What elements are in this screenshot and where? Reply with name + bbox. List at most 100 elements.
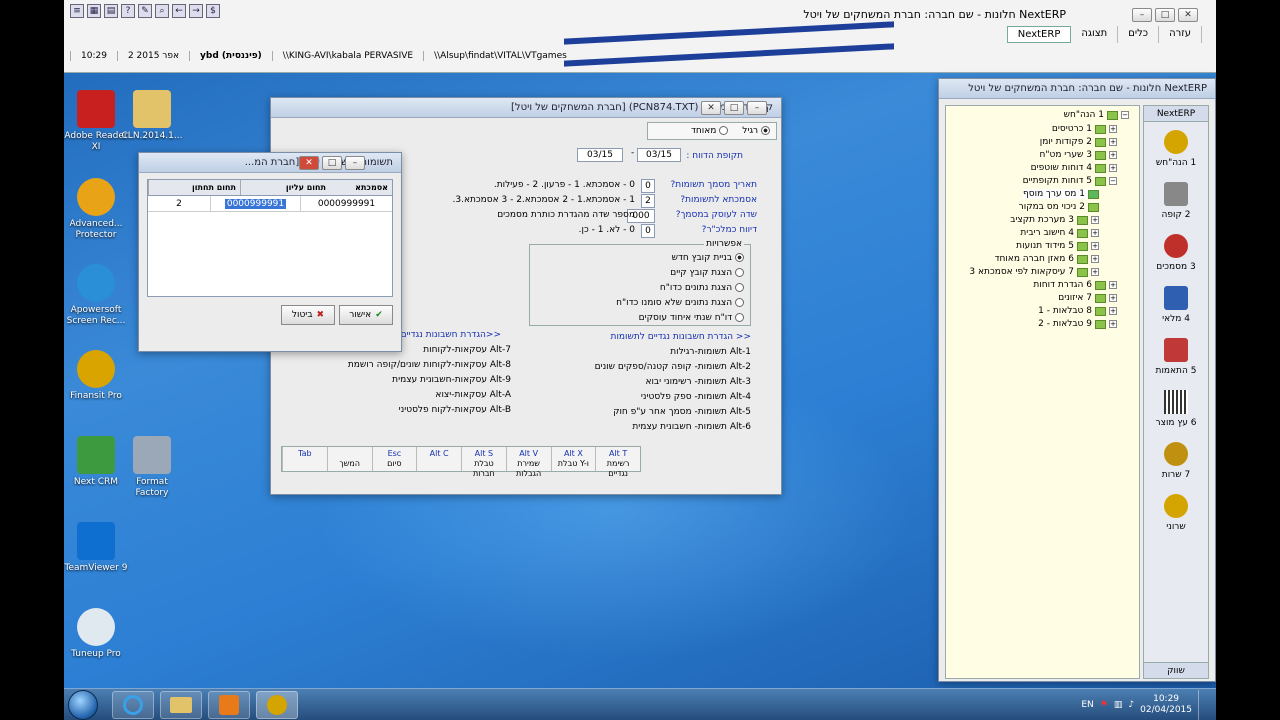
tree-node[interactable]: +6 מאזן חברה מאוחד [995, 254, 1099, 264]
taskbar-explorer[interactable] [160, 691, 202, 719]
maximize-icon[interactable]: □ [1155, 8, 1175, 22]
grid-icon[interactable]: ▦ [87, 4, 101, 18]
maximize-icon[interactable]: □ [322, 156, 342, 170]
menu-help[interactable]: עזרה [1159, 26, 1202, 43]
tree-node[interactable]: +7 איזונים [1058, 293, 1117, 303]
alt-a-item[interactable]: Alt-A עסקאות-יצוא [435, 390, 511, 400]
tree-node[interactable]: +3 שערי מט"ח [1039, 150, 1117, 160]
option-build-new[interactable]: בניית קובץ חדש [672, 253, 744, 263]
fkey-tab[interactable]: Tab [282, 447, 327, 471]
row-reference-input[interactable]: 2 [641, 194, 655, 208]
close-icon[interactable]: ✕ [701, 101, 721, 115]
tools-icon[interactable]: ✎ [138, 4, 152, 18]
taskbar-media-player[interactable] [208, 691, 250, 719]
desktop-icon-format-factory[interactable]: Format Factory [120, 436, 184, 499]
tree-node[interactable]: +2 פקודות יומן [1040, 137, 1117, 147]
tree-node[interactable]: +1 כרטיסים [1052, 124, 1117, 134]
tree-node[interactable]: +3 מערכת תקציב [1010, 215, 1099, 225]
alt-9-item[interactable]: Alt-9 עסקאות-חשבונית עצמית [392, 375, 511, 385]
desktop-icon-advanced-protector[interactable]: Advanced... Protector [64, 178, 128, 241]
module-service[interactable]: 7 שרות [1144, 442, 1208, 480]
module-documents[interactable]: 3 מסמכים [1144, 234, 1208, 272]
option-show-existing[interactable]: הצגת קובץ קיים [670, 268, 744, 278]
alt-1-item[interactable]: Alt-1 תשומות-רגילות [670, 347, 751, 357]
fkey-continue[interactable]: המשך [326, 447, 372, 471]
desktop-icon-apowersoft[interactable]: Apowersoft Screen Rec... [64, 264, 128, 327]
menu-view[interactable]: תצוגה [1071, 26, 1119, 43]
radio-regular[interactable]: רגיל [742, 126, 770, 136]
ok-button[interactable]: אישור ✔ [339, 305, 393, 325]
fkey-alt-t[interactable]: Alt T רשימת נגדיים [595, 447, 640, 478]
desktop-icon-cln-folder[interactable]: CLN.2014.1... [120, 90, 184, 142]
cell-lower-range[interactable]: 0000999991 [300, 196, 392, 211]
back-arrow-icon[interactable]: ← [172, 4, 186, 18]
taskbar-nexterp[interactable] [256, 691, 298, 719]
module-inventory[interactable]: 4 מלאי [1144, 286, 1208, 324]
tree-node[interactable]: +7 עיסקאות לפי אסמכתא 3 [969, 267, 1099, 277]
volume-icon[interactable]: ♪ [1128, 700, 1134, 710]
radio-combined[interactable]: מאוחד [691, 126, 729, 136]
alt-3-item[interactable]: Alt-3 תשומות- רשימוני יבוא [645, 377, 751, 387]
show-desktop-button[interactable] [1198, 690, 1208, 720]
table-row[interactable]: 0000999991 0000999991 2 [148, 196, 392, 212]
period-to-input[interactable]: 03/15 [637, 148, 681, 162]
tree-node[interactable]: 2 ניכוי מס במקור [1019, 202, 1099, 212]
module-nav-tab[interactable]: NextERP [1144, 106, 1208, 122]
option-show-report[interactable]: הצגת נתונים כדו"ח [660, 283, 744, 293]
cell-reference[interactable]: 2 [148, 196, 210, 211]
alt-2-item[interactable]: Alt-2 תשומות- קופה קטנה/ספקים שונים [595, 362, 751, 372]
menu-tools[interactable]: כלים [1118, 26, 1160, 43]
forward-arrow-icon[interactable]: → [189, 4, 203, 18]
alt-8-item[interactable]: Alt-8 עסקאות-לקוחות שונים/קופה רושמת [348, 360, 511, 370]
period-from-input[interactable]: 03/15 [577, 148, 623, 162]
fkey-alt-v[interactable]: Alt V שמירת הגבלות [505, 447, 551, 478]
row-doc-date-input[interactable]: 0 [641, 179, 655, 193]
tree-node-selected[interactable]: 1 מס ערך מוסף [1023, 189, 1099, 199]
close-icon[interactable]: ✕ [299, 156, 319, 170]
tree-node[interactable]: +4 חישוב ריבית [1020, 228, 1099, 238]
module-product-tree[interactable]: 6 עץ מוצר [1144, 390, 1208, 428]
minimize-icon[interactable]: – [345, 156, 365, 170]
clock[interactable]: 10:29 02/04/2015 [1140, 694, 1192, 716]
desktop-icon-tuneup[interactable]: Tuneup Pro [64, 608, 128, 660]
tree-node[interactable]: +9 טבלאות - 2 [1038, 319, 1117, 329]
help-icon[interactable]: ? [121, 4, 135, 18]
module-marketing[interactable]: שווק [1144, 662, 1208, 678]
alt-6-item[interactable]: Alt-6 תשומות- חשבונית עצמית [632, 422, 751, 432]
cell-upper-range[interactable]: 0000999991 [224, 199, 287, 209]
module-cashbox[interactable]: 2 קופה [1144, 182, 1208, 220]
desktop-icon-adobe-reader[interactable]: Adobe Reader XI [64, 90, 128, 153]
module-accounting[interactable]: 1 הנה"חש [1144, 130, 1208, 168]
row-nonprofit-input[interactable]: 0 [641, 224, 655, 238]
tree-node[interactable]: −1 הנה"חש [1064, 110, 1129, 120]
maximize-icon[interactable]: □ [724, 101, 744, 115]
calc-icon[interactable]: ▤ [104, 4, 118, 18]
search-icon[interactable]: ⌕ [155, 4, 169, 18]
fkey-alt-c[interactable]: Alt C [416, 447, 461, 471]
alt-b-item[interactable]: Alt-B עסקאות-לקוח פלסטיני [399, 405, 511, 415]
language-indicator[interactable]: EN [1081, 700, 1093, 710]
menu-nexterp[interactable]: NextERP [1006, 26, 1072, 43]
network-icon[interactable]: ▥ [1114, 700, 1123, 710]
alt-7-item[interactable]: Alt-7 עסקאות-לקוחות [423, 345, 511, 355]
flag-tray-icon[interactable]: ⚑ [1100, 700, 1108, 710]
minimize-icon[interactable]: – [1132, 8, 1152, 22]
fkey-esc[interactable]: Esc סיום [371, 447, 417, 471]
desktop-icon-next-crm[interactable]: Next CRM [64, 436, 128, 488]
cancel-button[interactable]: ביטול ✖ [281, 305, 335, 325]
desktop-icon-teamviewer[interactable]: TeamViewer 9 [64, 522, 128, 574]
coins-icon[interactable]: $ [206, 4, 220, 18]
tree-node[interactable]: +6 הגדרת דוחות [1033, 280, 1117, 290]
link-output-accounts[interactable]: <<הגדרת חשבונות נגדיים [401, 330, 501, 340]
option-show-unmarked[interactable]: הצגת נתונים שלא סומנו כדו"ח [616, 298, 744, 308]
minimize-icon[interactable]: – [747, 101, 767, 115]
alt-4-item[interactable]: Alt-4 תשומות- ספק פלסטיני [641, 392, 751, 402]
close-icon[interactable]: ✕ [1178, 8, 1198, 22]
module-sharoni[interactable]: שרוני [1144, 494, 1208, 532]
app-icon[interactable]: ≡ [70, 4, 84, 18]
alt-5-item[interactable]: Alt-5 תשומות- מסמך אחר ע"פ חוק [613, 407, 751, 417]
start-button[interactable] [68, 690, 98, 720]
tree-node[interactable]: −5 דוחות תקופתיים [1023, 176, 1117, 186]
link-input-accounts[interactable]: << הגדרת חשבונות נגדיים לתשומות [611, 332, 751, 342]
fkey-alt-s[interactable]: Alt S טבלת חברות [461, 447, 506, 478]
